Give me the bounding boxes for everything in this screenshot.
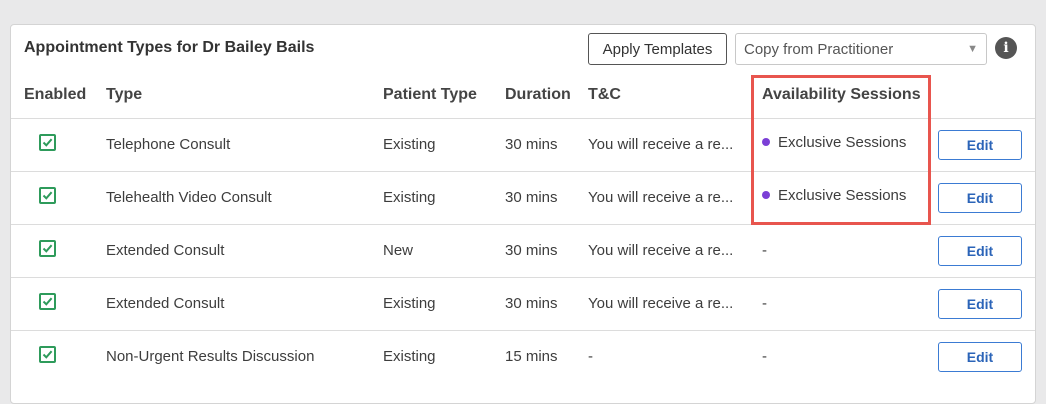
info-icon[interactable]: i bbox=[995, 37, 1017, 59]
copy-select-value: Copy from Practitioner bbox=[744, 41, 894, 58]
availability-highlight-box bbox=[751, 75, 931, 225]
duration-cell: 15 mins bbox=[505, 348, 558, 365]
type-cell: Telephone Consult bbox=[106, 136, 231, 153]
enabled-checkbox[interactable] bbox=[39, 240, 56, 257]
checkmark-icon bbox=[42, 350, 53, 359]
copy-from-practitioner-select[interactable]: Copy from Practitioner ▼ bbox=[735, 33, 987, 65]
checkmark-icon bbox=[42, 138, 53, 147]
tc-cell: You will receive a re... bbox=[588, 295, 734, 312]
duration-cell: 30 mins bbox=[505, 242, 558, 259]
patient-type-cell: New bbox=[383, 242, 414, 259]
column-header-enabled: Enabled bbox=[24, 86, 87, 103]
edit-button[interactable]: Edit bbox=[938, 236, 1022, 266]
appointment-types-panel: Appointment Types for Dr Bailey Bails Ap… bbox=[10, 24, 1036, 404]
column-header-type: Type bbox=[106, 86, 143, 103]
enabled-checkbox[interactable] bbox=[39, 187, 56, 204]
tc-cell: You will receive a re... bbox=[588, 189, 734, 206]
table-row: Extended Consult Existing 30 mins You wi… bbox=[11, 277, 1035, 331]
checkmark-icon bbox=[42, 244, 53, 253]
patient-type-cell: Existing bbox=[383, 136, 436, 153]
availability-label: - bbox=[762, 242, 767, 259]
availability-cell: - bbox=[762, 242, 767, 259]
patient-type-cell: Existing bbox=[383, 189, 436, 206]
apply-templates-button[interactable]: Apply Templates bbox=[588, 33, 727, 65]
tc-cell: You will receive a re... bbox=[588, 242, 734, 259]
availability-cell: - bbox=[762, 295, 767, 312]
edit-button[interactable]: Edit bbox=[938, 130, 1022, 160]
type-cell: Non-Urgent Results Discussion bbox=[106, 348, 315, 365]
availability-cell: - bbox=[762, 348, 767, 365]
checkmark-icon bbox=[42, 297, 53, 306]
edit-button[interactable]: Edit bbox=[938, 289, 1022, 319]
type-cell: Extended Consult bbox=[106, 295, 225, 312]
patient-type-cell: Existing bbox=[383, 348, 436, 365]
duration-cell: 30 mins bbox=[505, 295, 558, 312]
edit-button[interactable]: Edit bbox=[938, 183, 1022, 213]
enabled-checkbox[interactable] bbox=[39, 134, 56, 151]
duration-cell: 30 mins bbox=[505, 136, 558, 153]
edit-button[interactable]: Edit bbox=[938, 342, 1022, 372]
panel-title: Appointment Types for Dr Bailey Bails bbox=[24, 39, 315, 56]
checkmark-icon bbox=[42, 191, 53, 200]
type-cell: Telehealth Video Consult bbox=[106, 189, 272, 206]
duration-cell: 30 mins bbox=[505, 189, 558, 206]
tc-cell: You will receive a re... bbox=[588, 136, 734, 153]
type-cell: Extended Consult bbox=[106, 242, 225, 259]
column-header-tc: T&C bbox=[588, 86, 621, 103]
enabled-checkbox[interactable] bbox=[39, 346, 56, 363]
availability-label: - bbox=[762, 295, 767, 312]
table-row: Non-Urgent Results Discussion Existing 1… bbox=[11, 330, 1035, 384]
tc-cell: - bbox=[588, 348, 593, 365]
availability-label: - bbox=[762, 348, 767, 365]
enabled-checkbox[interactable] bbox=[39, 293, 56, 310]
table-row: Extended Consult New 30 mins You will re… bbox=[11, 224, 1035, 278]
chevron-down-icon: ▼ bbox=[967, 43, 978, 55]
patient-type-cell: Existing bbox=[383, 295, 436, 312]
column-header-duration: Duration bbox=[505, 86, 571, 103]
column-header-patient-type: Patient Type bbox=[383, 86, 477, 103]
